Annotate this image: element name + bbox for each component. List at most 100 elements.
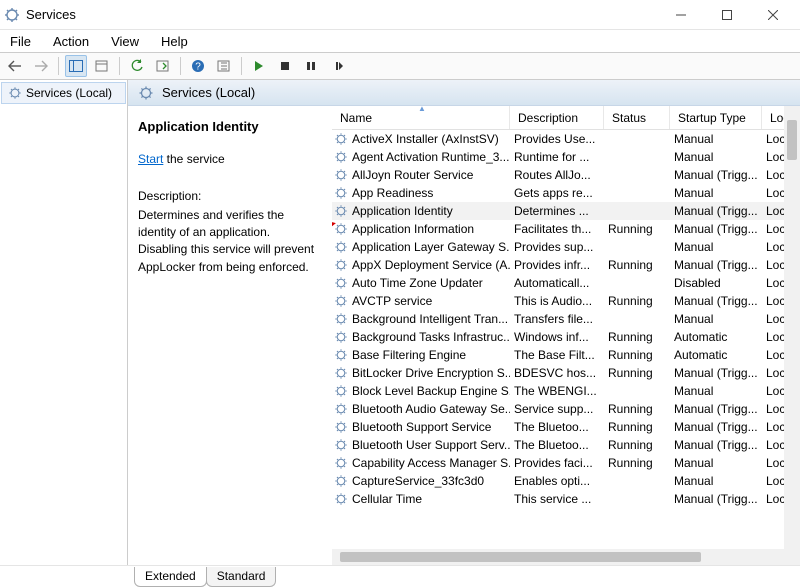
cell-status: Running	[604, 420, 670, 434]
cell-description: Enables opti...	[510, 474, 604, 488]
table-row[interactable]: Background Tasks Infrastruc...Windows in…	[332, 328, 800, 346]
refresh-button[interactable]	[126, 55, 148, 77]
tree-pane: Services (Local)	[0, 80, 128, 565]
tab-standard[interactable]: Standard	[206, 567, 277, 587]
window-title: Services	[26, 7, 76, 22]
col-status[interactable]: Status	[604, 106, 670, 129]
table-row[interactable]: Bluetooth Support ServiceThe Bluetoo...R…	[332, 418, 800, 436]
gear-icon	[334, 312, 348, 326]
gear-icon	[334, 402, 348, 416]
minimize-button[interactable]	[658, 0, 704, 30]
gear-icon	[334, 474, 348, 488]
table-row[interactable]: Background Intelligent Tran...Transfers …	[332, 310, 800, 328]
cell-name: AVCTP service	[352, 294, 432, 308]
start-suffix: the service	[163, 152, 224, 166]
close-button[interactable]	[750, 0, 796, 30]
start-service-button[interactable]	[248, 55, 270, 77]
cell-name: Base Filtering Engine	[352, 348, 466, 362]
table-row[interactable]: Bluetooth Audio Gateway Se...Service sup…	[332, 400, 800, 418]
services-icon	[4, 7, 20, 23]
show-hide-tree-button[interactable]	[65, 55, 87, 77]
table-row[interactable]: ActiveX Installer (AxInstSV)Provides Use…	[332, 130, 800, 148]
back-button[interactable]	[4, 55, 26, 77]
cell-startup-type: Manual (Trigg...	[670, 402, 762, 416]
table-row[interactable]: AVCTP serviceThis is Audio...RunningManu…	[332, 292, 800, 310]
table-row[interactable]: Auto Time Zone UpdaterAutomaticall...Dis…	[332, 274, 800, 292]
cell-description: Runtime for ...	[510, 150, 604, 164]
table-row[interactable]: Base Filtering EngineThe Base Filt...Run…	[332, 346, 800, 364]
cell-name: Auto Time Zone Updater	[352, 276, 483, 290]
menu-file[interactable]: File	[6, 32, 35, 51]
cell-description: Provides infr...	[510, 258, 604, 272]
cell-description: Transfers file...	[510, 312, 604, 326]
cell-status: Running	[604, 366, 670, 380]
horizontal-scrollbar[interactable]	[332, 549, 800, 565]
menu-view[interactable]: View	[107, 32, 143, 51]
gear-icon	[334, 294, 348, 308]
cell-description: Gets apps re...	[510, 186, 604, 200]
menu-help[interactable]: Help	[157, 32, 192, 51]
cell-name: BitLocker Drive Encryption S...	[352, 366, 510, 380]
table-row[interactable]: App ReadinessGets apps re...ManualLoc	[332, 184, 800, 202]
cell-name: Bluetooth Support Service	[352, 420, 491, 434]
cell-name: Bluetooth User Support Serv...	[352, 438, 510, 452]
table-row[interactable]: Application IdentityDetermines ...Manual…	[332, 202, 800, 220]
table-row[interactable]: Block Level Backup Engine S...The WBENGI…	[332, 382, 800, 400]
list-header: ▲ Name Description Status Startup Type L…	[332, 106, 800, 130]
pause-service-button[interactable]	[300, 55, 322, 77]
table-row[interactable]: Capability Access Manager S...Provides f…	[332, 454, 800, 472]
gear-icon	[334, 348, 348, 362]
tab-extended[interactable]: Extended	[134, 567, 207, 587]
maximize-button[interactable]	[704, 0, 750, 30]
menu-action[interactable]: Action	[49, 32, 93, 51]
forward-button[interactable]	[30, 55, 52, 77]
cell-description: The WBENGI...	[510, 384, 604, 398]
cell-startup-type: Automatic	[670, 330, 762, 344]
stop-service-button[interactable]	[274, 55, 296, 77]
tree-item-services-local[interactable]: Services (Local)	[1, 82, 126, 104]
gear-icon	[334, 204, 348, 218]
cell-name: Bluetooth Audio Gateway Se...	[352, 402, 510, 416]
description-panel: Application Identity Start the service D…	[128, 106, 332, 565]
start-service-link[interactable]: Start	[138, 152, 163, 166]
cell-name: Application Layer Gateway S...	[352, 240, 510, 254]
cell-description: The Base Filt...	[510, 348, 604, 362]
cell-description: Facilitates th...	[510, 222, 604, 236]
gear-icon	[334, 492, 348, 506]
cell-description: Service supp...	[510, 402, 604, 416]
cell-startup-type: Manual	[670, 312, 762, 326]
table-row[interactable]: Application Information Facilitates th...…	[332, 220, 800, 238]
properties-button[interactable]	[91, 55, 113, 77]
gear-icon	[334, 186, 348, 200]
cell-startup-type: Manual (Trigg...	[670, 168, 762, 182]
table-row[interactable]: AllJoyn Router ServiceRoutes AllJo...Man…	[332, 166, 800, 184]
table-row[interactable]: Bluetooth User Support Serv...The Blueto…	[332, 436, 800, 454]
options-button[interactable]	[213, 55, 235, 77]
table-row[interactable]: CaptureService_33fc3d0Enables opti...Man…	[332, 472, 800, 490]
toolbar: ?	[0, 52, 800, 80]
help-button[interactable]: ?	[187, 55, 209, 77]
col-description[interactable]: Description	[510, 106, 604, 129]
table-row[interactable]: Cellular TimeThis service ...Manual (Tri…	[332, 490, 800, 508]
table-row[interactable]: BitLocker Drive Encryption S...BDESVC ho…	[332, 364, 800, 382]
cell-name: Capability Access Manager S...	[352, 456, 510, 470]
col-startup-type[interactable]: Startup Type	[670, 106, 762, 129]
restart-service-button[interactable]	[326, 55, 348, 77]
sort-indicator-icon: ▲	[418, 104, 426, 113]
gear-icon	[334, 366, 348, 380]
menubar: File Action View Help	[0, 30, 800, 52]
cell-description: BDESVC hos...	[510, 366, 604, 380]
vertical-scrollbar[interactable]	[784, 106, 800, 549]
export-list-button[interactable]	[152, 55, 174, 77]
gear-icon	[334, 330, 348, 344]
table-row[interactable]: Agent Activation Runtime_3...Runtime for…	[332, 148, 800, 166]
cell-name: ActiveX Installer (AxInstSV)	[352, 132, 499, 146]
cell-name: Application Information	[352, 222, 474, 236]
gear-icon	[8, 86, 22, 100]
table-row[interactable]: AppX Deployment Service (A...Provides in…	[332, 256, 800, 274]
gear-icon	[334, 456, 348, 470]
table-row[interactable]: Application Layer Gateway S...Provides s…	[332, 238, 800, 256]
description-text: Determines and verifies the identity of …	[138, 207, 322, 277]
gear-icon	[334, 168, 348, 182]
gear-icon	[334, 222, 348, 236]
